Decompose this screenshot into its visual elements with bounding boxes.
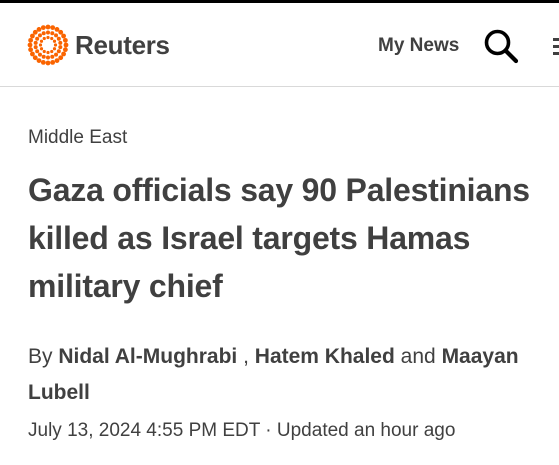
menu-icon[interactable]: [553, 35, 559, 57]
logo-dot: [46, 55, 50, 60]
menu-bar: [553, 38, 559, 41]
search-icon: [484, 29, 519, 64]
logo-dot: [54, 33, 59, 38]
logo-dot: [54, 58, 60, 63]
logo-dot: [63, 42, 69, 48]
byline: By Nidal Al-Mughrabi , Hatem Khaled and …: [28, 339, 553, 411]
logo-dot: [52, 39, 57, 43]
logo-dot: [45, 24, 51, 30]
date-separator: ·: [265, 420, 272, 441]
logo-dot: [53, 43, 58, 47]
byline-separator: ,: [243, 345, 249, 368]
logo-dot: [38, 43, 43, 47]
logo-dot: [50, 25, 56, 31]
updated-time: Updated an hour ago: [276, 420, 456, 441]
site-header: Reuters My News: [0, 3, 559, 87]
author-link[interactable]: Nidal Al-Mughrabi: [58, 345, 237, 368]
logo-dot: [42, 49, 46, 54]
logo-dot: [46, 50, 50, 55]
logo-dot: [35, 49, 40, 54]
logo-dot: [62, 47, 68, 53]
section-link[interactable]: Middle East: [28, 127, 127, 149]
logo-dot: [30, 51, 35, 57]
publish-date: July 13, 2024 4:55 PM EDT: [28, 420, 260, 441]
logo-dot: [52, 47, 57, 51]
logo-dot: [46, 35, 50, 40]
dateline: July 13, 2024 4:55 PM EDT · Updated an h…: [28, 420, 455, 442]
logo-dot: [41, 54, 46, 59]
logo-dot: [50, 49, 54, 54]
logo-dot: [42, 36, 46, 41]
logo-dot: [37, 52, 42, 57]
logo-dot: [61, 33, 66, 39]
author-link[interactable]: Hatem Khaled: [255, 345, 395, 368]
logo-dot: [62, 37, 68, 43]
logo-dot: [28, 47, 34, 53]
logo-dot: [39, 47, 44, 51]
logo-dot: [50, 59, 56, 65]
logo-dot: [40, 25, 46, 31]
reuters-logo[interactable]: Reuters: [27, 24, 170, 66]
search-button[interactable]: [483, 28, 519, 64]
menu-bar: [553, 52, 559, 55]
logo-dot: [50, 54, 55, 59]
menu-bar: [553, 45, 559, 48]
logo-dot: [36, 27, 42, 32]
byline-prefix: By: [28, 345, 53, 368]
logo-text: Reuters: [75, 29, 170, 60]
logo-dot: [27, 42, 33, 48]
logo-dot: [58, 45, 63, 50]
logo-dot: [33, 40, 38, 45]
logo-dot: [58, 40, 63, 45]
my-news-link[interactable]: My News: [378, 35, 459, 57]
headline: Gaza officials say 90 Palestinians kille…: [28, 172, 530, 304]
logo-dot: [41, 31, 46, 36]
byline-conjunction: and: [400, 345, 436, 368]
logo-dot: [46, 30, 50, 35]
logo-dot: [33, 45, 38, 50]
logo-dot: [28, 37, 34, 43]
logo-dot: [39, 39, 44, 43]
logo-dot: [40, 59, 46, 65]
logo-dot: [56, 36, 61, 41]
logo-dot: [37, 33, 42, 38]
logo-dot: [35, 36, 40, 41]
logo-dot: [45, 60, 51, 66]
logo-dot: [50, 31, 55, 36]
logo-dot: [54, 52, 59, 57]
logo-dot: [50, 36, 54, 41]
reuters-logo-icon: [27, 24, 69, 66]
logo-dot: [56, 49, 61, 54]
